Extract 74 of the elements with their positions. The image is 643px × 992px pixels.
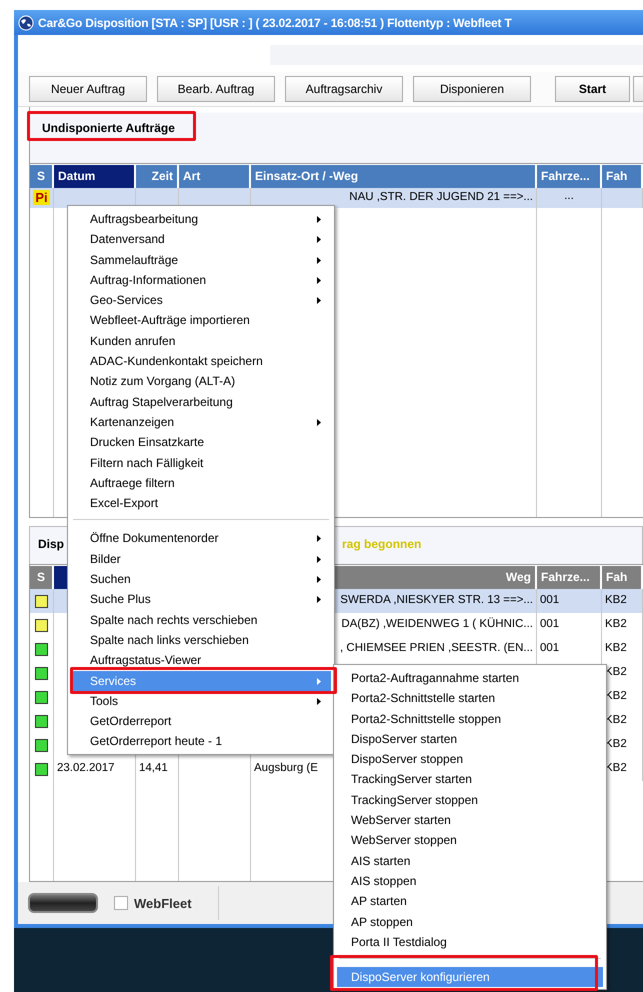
menu-item[interactable]: Auftrag-Informationen <box>71 270 331 290</box>
column-header[interactable]: Fahrze... <box>537 165 602 188</box>
table-row[interactable]: Pi NAU ,STR. DER JUGEND 21 ==>... ... <box>30 188 643 208</box>
section-title: Undisponierte Aufträge <box>42 121 175 135</box>
menu-item[interactable]: DispoServer stoppen <box>337 749 603 770</box>
status-badge: Pi <box>33 190 50 205</box>
menu-item[interactable]: Kartenanzeigen <box>71 412 331 432</box>
column-header[interactable]: S <box>30 165 54 188</box>
table-cell: Augsburg (E <box>254 762 318 774</box>
toolbar-button[interactable] <box>633 76 643 102</box>
section-title: Disp <box>38 537 64 553</box>
menu-item[interactable]: Notiz zum Vorgang (ALT-A) <box>71 371 331 392</box>
table-cell: KB2 <box>605 642 627 654</box>
table-cell: NAU ,STR. DER JUGEND 21 ==>... <box>349 191 533 203</box>
toolbar-button[interactable]: Neuer Auftrag <box>29 76 147 102</box>
menu-item[interactable]: Excel-Export <box>71 493 331 514</box>
menu-item[interactable]: ADAC-Kundenkontakt speichern <box>71 351 331 372</box>
column-header[interactable]: Fah <box>602 165 643 188</box>
toolbar-button[interactable]: Start <box>555 76 630 102</box>
checkbox[interactable] <box>114 896 128 910</box>
table-cell: DA(BZ) ,WEIDENWEG 1 ( KÜHNIC... <box>341 618 533 630</box>
menu-item[interactable]: AP starten <box>337 891 603 912</box>
globe-icon <box>18 14 34 30</box>
column-header[interactable]: Einsatz-Ort / -Weg <box>251 165 537 188</box>
column-header[interactable]: Art <box>179 165 251 188</box>
table-cell: , CHIEMSEE PRIEN ,SEESTR. (EN... <box>340 642 533 654</box>
menu-item[interactable]: AIS starten <box>337 850 603 871</box>
menu-item[interactable]: Auftraege filtern <box>71 472 331 494</box>
menu-item[interactable]: GetOrderreport <box>71 711 331 732</box>
toolbar-button[interactable]: Auftragsarchiv <box>285 76 403 102</box>
column-header[interactable]: Zeit <box>136 165 179 188</box>
table-cell: 001 <box>540 642 560 654</box>
menu-item[interactable]: AIS stoppen <box>337 870 603 892</box>
menu-item[interactable]: AP stoppen <box>337 912 603 932</box>
toolbar-button[interactable]: Bearb. Auftrag <box>157 76 275 102</box>
table-cell: 001 <box>540 594 560 606</box>
column-header[interactable]: Fah <box>602 566 643 589</box>
menu-item[interactable]: Auftrag Stapelverarbeitung <box>71 392 331 412</box>
table-cell: 23.02.2017 <box>57 762 115 774</box>
menu-item[interactable]: DispoServer starten <box>337 728 603 750</box>
table-cell: ... <box>564 190 574 202</box>
table-cell: 001 <box>540 618 560 630</box>
menu-item[interactable]: Tools <box>71 690 331 712</box>
menu-item[interactable]: Kunden anrufen <box>71 330 331 352</box>
window-title: Car&Go Disposition [STA : SP] [USR : ] ( 23.02.2017 - 16:08:51 ) Flottentyp : Webfleet T <box>38 16 512 30</box>
menu-item[interactable]: Filtern nach Fälligkeit <box>71 452 331 473</box>
menu-item[interactable]: WebServer stoppen <box>337 830 603 851</box>
table-cell: SWERDA ,NIESKYER STR. 13 ==>... <box>340 594 533 606</box>
menu-item[interactable]: Datenversand <box>71 229 331 250</box>
menu-item[interactable]: GetOrderreport heute - 1 <box>71 731 331 752</box>
menu-item[interactable]: Porta II Testdialog <box>337 932 603 952</box>
table-cell: KB2 <box>605 594 627 606</box>
checkbox-label: WebFleet <box>134 896 192 910</box>
menu-item[interactable]: Geo-Services <box>71 290 331 310</box>
table-cell: KB2 <box>605 618 627 630</box>
column-header[interactable]: Fahrze... <box>537 566 602 589</box>
menu-item[interactable]: Webfleet-Aufträge importieren <box>71 310 331 331</box>
section-subtitle: rag begonnen <box>342 537 422 553</box>
menu-item[interactable]: Öffne Dokumentenorder <box>71 528 331 549</box>
column-header[interactable]: Datum <box>54 165 136 188</box>
menu-item[interactable]: TrackingServer starten <box>337 769 603 790</box>
column-header[interactable]: S <box>30 566 54 589</box>
menu-item[interactable]: Suche Plus <box>71 589 331 610</box>
menu-item[interactable]: Porta2-Auftragannahme starten <box>337 668 603 688</box>
menu-item[interactable]: Drucken Einsatzkarte <box>71 432 331 453</box>
table-cell: 14,41 <box>139 762 168 774</box>
menu-item[interactable]: Sammelaufträge <box>71 250 331 270</box>
menu-item[interactable]: TrackingServer stoppen <box>337 790 603 810</box>
status-button[interactable] <box>28 893 98 913</box>
menu-item[interactable]: Porta2-Schnittstelle starten <box>337 688 603 709</box>
menu-item[interactable]: Porta2-Schnittstelle stoppen <box>337 708 603 729</box>
menu-item[interactable]: WebServer starten <box>337 810 603 830</box>
menu-item[interactable]: Auftragsbearbeitung <box>71 209 331 230</box>
toolbar-button[interactable]: Disponieren <box>413 76 531 102</box>
